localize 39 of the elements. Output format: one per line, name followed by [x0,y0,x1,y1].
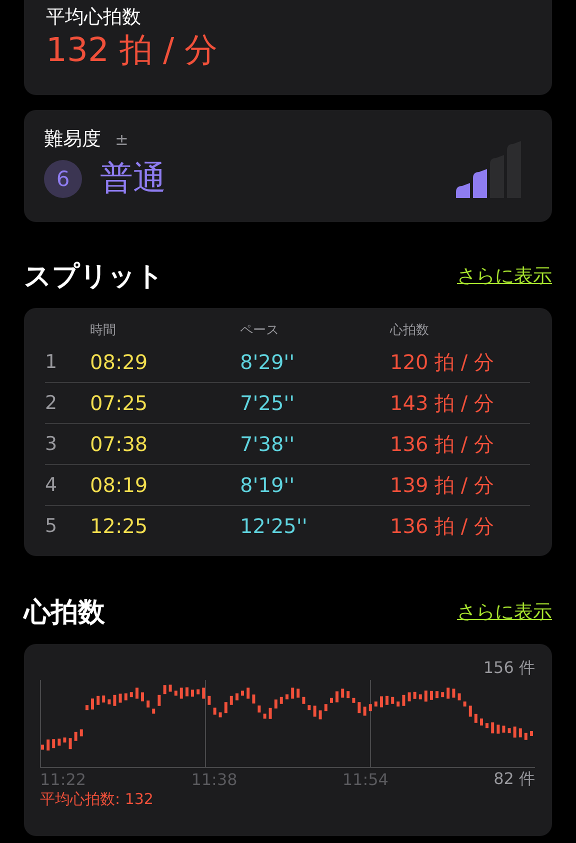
split-pace: 7'38'' [240,432,296,456]
section-title: スプリット [24,260,164,294]
difficulty-rating: 普通 [100,157,166,199]
adjust-icon[interactable]: ± [115,130,128,148]
split-time: 07:38 [90,432,149,456]
show-more-link[interactable]: さらに表示 [457,263,552,289]
time-label: 11:38 [191,770,238,788]
split-number: 3 [45,433,58,455]
time-label: 11:54 [342,770,390,788]
average-label: 平均心拍数: 132 [40,790,154,809]
split-pace: 12'25'' [240,514,308,538]
split-pace: 8'19'' [240,473,296,497]
split-heart-rate: 143 拍 / 分 [390,390,495,416]
split-pace: 7'25'' [240,391,296,415]
column-header: ペース [240,322,280,339]
split-time: 08:29 [90,350,149,374]
show-more-link[interactable]: さらに表示 [457,599,552,625]
difficulty-label: 難易度 [44,127,101,152]
split-heart-rate: 136 拍 / 分 [390,512,495,540]
split-heart-rate: 139 拍 / 分 [390,472,495,498]
split-time: 07:25 [90,391,149,415]
column-header: 心拍数 [390,322,430,339]
summary-label: 平均心拍数 [46,5,142,30]
time-label: 11:22 [40,770,88,788]
min-label: 82 件 [494,768,536,790]
split-heart-rate: 120 拍 / 分 [390,348,495,376]
split-time: 12:25 [90,514,149,538]
split-number: 5 [45,515,58,537]
section-title: 心拍数 [24,596,105,630]
split-time: 08:19 [90,473,149,497]
split-number: 4 [45,474,58,496]
split-pace: 8'29'' [240,350,296,374]
split-number: 1 [45,351,58,373]
average-heart-rate: 132 拍 / 分 [46,30,219,70]
split-heart-rate: 136 拍 / 分 [390,430,495,458]
max-label: 156 件 [483,658,535,677]
difficulty-score: 6 [44,160,82,198]
column-header: 時間 [90,322,117,339]
split-number: 2 [45,392,58,414]
